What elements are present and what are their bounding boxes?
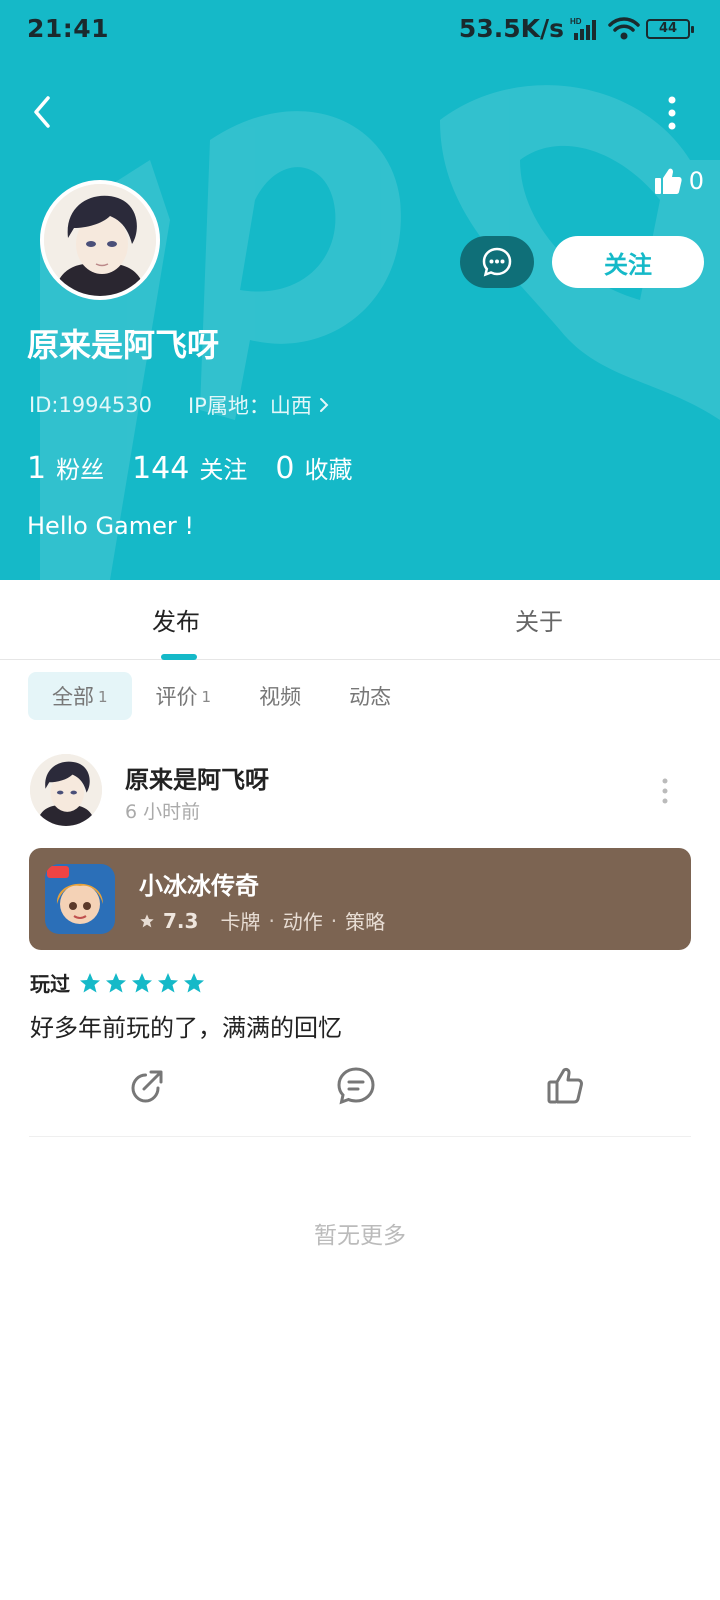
played-label: 玩过 bbox=[30, 972, 70, 996]
status-time: 21:41 bbox=[27, 14, 110, 43]
stat-label: 关注 bbox=[199, 456, 248, 484]
filter-videos[interactable]: 视频 bbox=[235, 672, 325, 720]
post-actions bbox=[0, 1064, 720, 1120]
rating-stars bbox=[78, 971, 206, 995]
network-speed: 53.5K/s bbox=[458, 14, 564, 43]
no-more-text: 暂无更多 bbox=[314, 1223, 406, 1249]
star-icon bbox=[184, 972, 204, 992]
follow-button[interactable]: 关注 bbox=[552, 236, 704, 288]
game-meta: 7.3 卡牌 · 动作 · 策略 bbox=[139, 906, 385, 935]
stat-number: 144 bbox=[132, 451, 190, 486]
stat-number: 1 bbox=[27, 451, 47, 486]
star-icon bbox=[158, 972, 178, 992]
game-score: 7.3 bbox=[163, 908, 199, 933]
game-card[interactable]: 小冰冰传奇 7.3 卡牌 · 动作 · 策略 bbox=[29, 848, 691, 950]
wifi-icon bbox=[608, 16, 640, 39]
chip-label: 全部 bbox=[52, 685, 94, 709]
profile-likes[interactable]: 0 bbox=[653, 166, 704, 196]
profile-avatar[interactable] bbox=[40, 180, 160, 300]
review-text: 好多年前玩的了，满满的回忆 bbox=[30, 1014, 342, 1042]
user-id: ID:1994530 bbox=[29, 393, 152, 417]
ip-location-text: IP属地：山西 bbox=[187, 394, 312, 418]
star-icon bbox=[132, 972, 152, 992]
stat-label: 粉丝 bbox=[56, 456, 105, 484]
stat-fans[interactable]: 1 粉丝 bbox=[27, 450, 104, 486]
filter-chips: 全部 1 评价 1 视频 动态 bbox=[28, 672, 415, 720]
main-tabs: 发布 关于 bbox=[0, 580, 720, 660]
star-icon bbox=[106, 972, 126, 992]
chip-label: 动态 bbox=[349, 685, 392, 709]
tab-indicator bbox=[161, 654, 197, 660]
tag-separator: · bbox=[330, 908, 338, 933]
game-tag: 策略 bbox=[345, 910, 386, 934]
chat-bubble-icon bbox=[482, 247, 512, 277]
stat-label: 收藏 bbox=[304, 456, 353, 484]
like-icon[interactable] bbox=[544, 1064, 588, 1108]
avatar-image bbox=[44, 184, 156, 296]
likes-count: 0 bbox=[688, 167, 704, 195]
message-button[interactable] bbox=[460, 236, 534, 288]
filter-reviews[interactable]: 评价 1 bbox=[132, 672, 236, 720]
battery-icon: 44 bbox=[646, 18, 694, 39]
more-options-icon[interactable] bbox=[662, 96, 682, 130]
game-tag: 动作 bbox=[282, 910, 323, 934]
id-row: ID:1994530 IP属地：山西 bbox=[29, 390, 330, 420]
stat-following[interactable]: 144 关注 bbox=[132, 450, 247, 486]
profile-header: 21:41 53.5K/s HD 44 0 关注 原来是阿飞呀 ID:19945… bbox=[0, 0, 720, 580]
status-bar: 21:41 53.5K/s HD 44 bbox=[0, 0, 720, 60]
played-rating-row: 玩过 bbox=[30, 968, 206, 997]
game-tag: 卡牌 bbox=[220, 910, 261, 934]
thumbs-up-icon bbox=[654, 168, 682, 194]
post-more-icon[interactable] bbox=[660, 778, 670, 804]
star-icon bbox=[140, 913, 154, 927]
post-avatar[interactable] bbox=[30, 754, 102, 826]
filter-all[interactable]: 全部 1 bbox=[28, 672, 132, 720]
comment-icon[interactable] bbox=[334, 1064, 378, 1108]
star-icon bbox=[80, 972, 100, 992]
profile-username: 原来是阿飞呀 bbox=[27, 326, 220, 364]
ip-location[interactable]: IP属地：山西 bbox=[188, 390, 330, 420]
profile-bio: Hello Gamer ! bbox=[27, 512, 195, 540]
chip-count: 1 bbox=[201, 688, 212, 706]
game-artwork-icon bbox=[45, 864, 115, 934]
chip-label: 视频 bbox=[259, 685, 302, 709]
post-username[interactable]: 原来是阿飞呀 bbox=[125, 760, 269, 795]
game-name: 小冰冰传奇 bbox=[139, 872, 259, 900]
share-icon[interactable] bbox=[124, 1064, 168, 1108]
tab-publish[interactable]: 发布 bbox=[152, 602, 200, 637]
profile-stats: 1 粉丝 144 关注 0 收藏 bbox=[27, 450, 352, 486]
tab-about[interactable]: 关于 bbox=[515, 602, 563, 637]
signal-icon: HD bbox=[570, 17, 596, 40]
svg-text:HD: HD bbox=[570, 17, 582, 26]
chip-count: 1 bbox=[98, 688, 108, 706]
chip-label: 评价 bbox=[155, 685, 198, 709]
stat-number: 0 bbox=[275, 451, 295, 486]
filter-moments[interactable]: 动态 bbox=[325, 672, 415, 720]
avatar-image bbox=[30, 754, 102, 826]
status-indicators: 53.5K/s HD 44 bbox=[458, 14, 694, 43]
game-icon bbox=[45, 864, 115, 934]
tag-separator: · bbox=[268, 908, 275, 933]
post-time: 6 小时前 bbox=[125, 801, 201, 823]
chevron-right-icon bbox=[319, 398, 329, 412]
back-icon[interactable] bbox=[22, 90, 66, 134]
post-divider bbox=[29, 1136, 691, 1137]
stat-favorites[interactable]: 0 收藏 bbox=[275, 450, 352, 486]
